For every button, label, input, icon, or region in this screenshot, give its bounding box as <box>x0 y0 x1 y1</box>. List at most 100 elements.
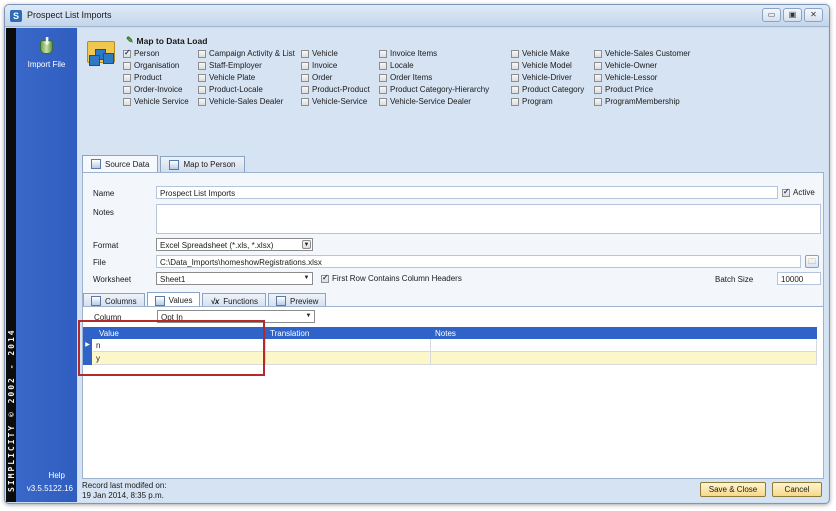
checkbox-box[interactable] <box>198 61 206 70</box>
checkbox-box[interactable] <box>198 73 206 82</box>
active-checkbox[interactable]: Active <box>782 187 815 197</box>
header-notes[interactable]: Notes <box>435 329 456 338</box>
checkbox-box[interactable] <box>511 61 519 70</box>
translation-cell[interactable] <box>266 339 431 352</box>
entity-checkbox[interactable]: Invoice Items <box>379 49 437 58</box>
entity-checkbox[interactable]: Organisation <box>123 61 179 70</box>
name-input[interactable]: Prospect List Imports <box>156 186 778 199</box>
tab-map-to-person[interactable]: Map to Person <box>160 156 245 172</box>
cancel-button[interactable]: Cancel <box>772 482 822 497</box>
entity-checkbox[interactable]: Program <box>511 97 553 106</box>
entity-checkbox[interactable]: Product-Product <box>301 85 370 94</box>
checkbox-box[interactable] <box>123 73 131 82</box>
database-import-icon: ⬇ <box>38 36 56 56</box>
close-button[interactable]: ✕ <box>804 8 823 22</box>
checkbox-box[interactable] <box>301 73 309 82</box>
entity-checkbox[interactable]: Order Items <box>379 73 432 82</box>
entity-checkbox-label: Program <box>522 97 553 106</box>
batch-size-input[interactable]: 10000 <box>777 272 821 285</box>
checkbox-box[interactable] <box>511 85 519 94</box>
checkbox-box[interactable] <box>301 97 309 106</box>
entity-checkbox-label: Product Price <box>605 85 654 94</box>
entity-checkbox[interactable]: Product Price <box>594 85 653 94</box>
save-close-button[interactable]: Save & Close <box>700 482 766 497</box>
entity-checkbox[interactable]: Product Category <box>511 85 584 94</box>
browse-folder-button[interactable]: 🗀 <box>805 255 819 268</box>
title-bar: S Prospect List Imports ▭ ▣ ✕ <box>5 5 829 27</box>
entity-checkbox[interactable]: Vehicle Model <box>511 61 572 70</box>
entity-checkbox[interactable]: Order <box>301 73 332 82</box>
notes-cell[interactable] <box>431 339 817 352</box>
entity-checkbox[interactable]: Vehicle-Service <box>301 97 367 106</box>
checkbox-box[interactable] <box>511 73 519 82</box>
checkbox-box[interactable] <box>198 85 206 94</box>
checkbox-box[interactable] <box>123 61 131 70</box>
file-path-input[interactable]: C:\Data_Imports\homeshowRegistrations.xl… <box>156 255 801 268</box>
worksheet-select[interactable]: Sheet1 ▼ <box>156 272 313 285</box>
entity-checkbox[interactable]: Locale <box>379 61 414 70</box>
minimize-button[interactable]: ▭ <box>762 8 781 22</box>
entity-checkbox[interactable]: Product-Locale <box>198 85 263 94</box>
first-row-checkbox-box[interactable] <box>321 273 329 283</box>
checkbox-box[interactable] <box>379 61 387 70</box>
checkbox-box[interactable] <box>379 73 387 82</box>
checkbox-box[interactable] <box>511 97 519 106</box>
checkbox-box[interactable] <box>379 85 387 94</box>
checkbox-box[interactable] <box>123 48 131 58</box>
translation-cell[interactable] <box>266 352 431 365</box>
checkbox-box[interactable] <box>594 85 602 94</box>
main-content: Source Data Map to Person Name Prospect … <box>78 150 828 502</box>
entity-checkbox[interactable]: Vehicle <box>301 49 338 58</box>
maximize-button[interactable]: ▣ <box>783 8 802 22</box>
entity-checkbox[interactable]: Vehicle Service <box>123 97 189 106</box>
notes-cell[interactable] <box>431 352 817 365</box>
entity-checkbox[interactable]: Invoice <box>301 61 337 70</box>
source-data-form: Name Prospect List Imports Active Notes … <box>82 172 824 310</box>
first-row-headers-checkbox[interactable]: First Row Contains Column Headers <box>321 273 462 283</box>
checkbox-box[interactable] <box>301 85 309 94</box>
map-to-data-load-title: ✎ Map to Data Load <box>126 35 207 46</box>
entity-checkbox-label: Vehicle-Driver <box>522 73 572 82</box>
entity-checkbox[interactable]: Vehicle-Driver <box>511 73 572 82</box>
checkbox-box[interactable] <box>301 49 309 58</box>
checkbox-box[interactable] <box>379 97 387 106</box>
chevron-down-icon[interactable]: ▼ <box>302 274 311 283</box>
header-translation[interactable]: Translation <box>270 329 309 338</box>
entity-checkbox[interactable]: Vehicle-Owner <box>594 61 657 70</box>
checkbox-box[interactable] <box>379 49 387 58</box>
checkbox-box[interactable] <box>123 85 131 94</box>
active-checkbox-box[interactable] <box>782 187 790 197</box>
entity-checkbox[interactable]: ProgramMembership <box>594 97 680 106</box>
help-link[interactable]: Help <box>26 471 77 480</box>
entity-checkbox[interactable]: Order-Invoice <box>123 85 182 94</box>
entity-checkbox[interactable]: Person <box>123 48 159 58</box>
tab-columns-label: Columns <box>105 296 137 306</box>
checkbox-box[interactable] <box>123 97 131 106</box>
import-file-button[interactable]: ⬇ Import File <box>16 36 77 69</box>
folder-cubes-icon <box>85 37 117 67</box>
checkbox-box[interactable] <box>594 49 602 58</box>
entity-checkbox[interactable]: Vehicle-Sales Dealer <box>198 97 283 106</box>
entity-checkbox[interactable]: Vehicle Plate <box>198 73 255 82</box>
entity-checkbox[interactable]: Product <box>123 73 162 82</box>
checkbox-box[interactable] <box>511 49 519 58</box>
notes-input[interactable] <box>156 204 821 234</box>
tab-source-data[interactable]: Source Data <box>82 155 159 172</box>
checkbox-box[interactable] <box>198 49 206 58</box>
entity-checkbox[interactable]: Campaign Activity & List <box>198 49 295 58</box>
entity-checkbox[interactable]: Vehicle-Service Dealer <box>379 97 471 106</box>
checkbox-box[interactable] <box>301 61 309 70</box>
entity-checkbox[interactable]: Vehicle-Lessor <box>594 73 657 82</box>
entity-checkbox[interactable]: Vehicle-Sales Customer <box>594 49 690 58</box>
chevron-down-icon[interactable]: ▼ <box>304 312 313 321</box>
checkbox-box[interactable] <box>594 97 602 106</box>
checkbox-box[interactable] <box>594 61 602 70</box>
entity-checkbox[interactable]: Product Category-Hierarchy <box>379 85 489 94</box>
format-select[interactable]: Excel Spreadsheet (*.xls, *.xlsx) ▼ <box>156 238 313 251</box>
entity-checkbox[interactable]: Staff-Employer <box>198 61 262 70</box>
brand-text: SIMPLICITY © 2002 - 2014 <box>7 328 16 492</box>
checkbox-box[interactable] <box>198 97 206 106</box>
entity-checkbox[interactable]: Vehicle Make <box>511 49 570 58</box>
checkbox-box[interactable] <box>594 73 602 82</box>
chevron-down-icon[interactable]: ▼ <box>302 240 311 249</box>
